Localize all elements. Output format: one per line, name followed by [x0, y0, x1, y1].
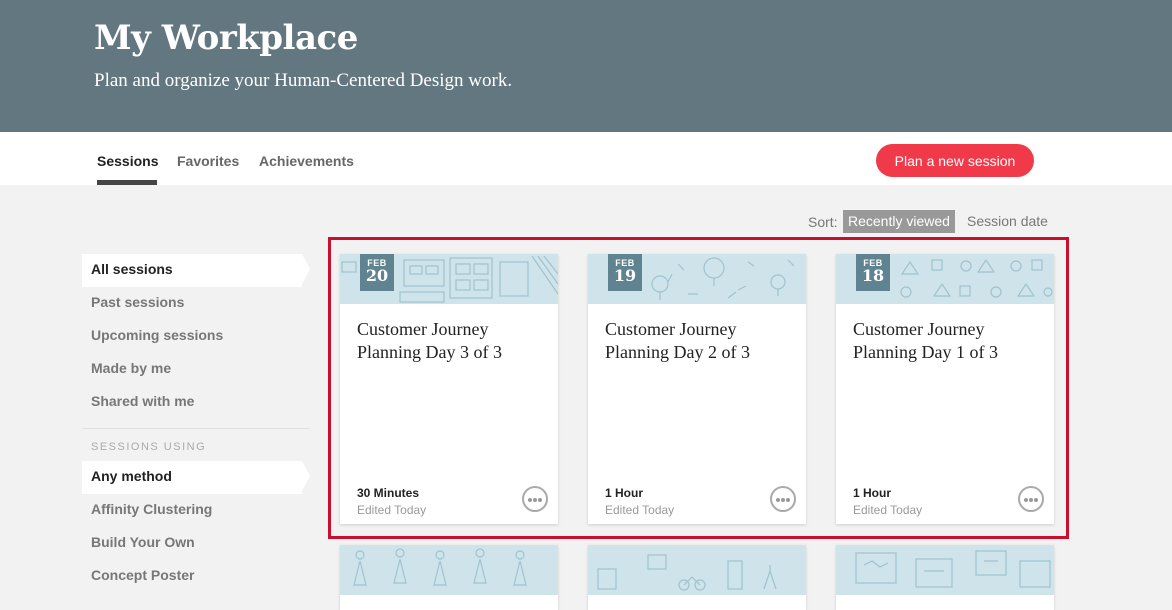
tab-sessions[interactable]: Sessions	[97, 153, 158, 169]
page-title: My Workplace	[94, 18, 358, 58]
sidebar-divider	[82, 428, 310, 429]
card-duration: 30 Minutes	[357, 486, 420, 500]
plan-new-session-button[interactable]: Plan a new session	[876, 144, 1034, 177]
session-card[interactable]: FEB 18 Customer Journey Planning Day 1 o…	[836, 254, 1054, 524]
card-title: Customer Journey Planning Day 1 of 3	[853, 319, 998, 362]
tab-bar: Sessions Favorites Achievements Plan a n…	[0, 132, 1172, 185]
sidebar: All sessions Past sessions Upcoming sess…	[82, 254, 312, 593]
card-edited: Edited Today	[357, 503, 427, 517]
card-banner: FEB 18	[836, 254, 1054, 304]
active-tab-underline	[97, 180, 157, 185]
card-title: Customer Journey Planning Day 2 of 3	[605, 319, 750, 362]
more-options-icon[interactable]	[1018, 486, 1044, 512]
sidebar-item-upcoming-sessions[interactable]: Upcoming sessions	[82, 320, 312, 353]
card-edited: Edited Today	[605, 503, 675, 517]
session-card-partial[interactable]	[836, 545, 1054, 610]
sort-bar: Sort: Recently viewed Session date	[0, 210, 1172, 234]
session-card-partial[interactable]	[340, 545, 558, 610]
sidebar-method-affinity-clustering[interactable]: Affinity Clustering	[82, 494, 312, 527]
card-banner	[836, 545, 1054, 595]
sidebar-item-made-by-me[interactable]: Made by me	[82, 353, 312, 386]
date-day: 19	[613, 266, 637, 285]
card-banner	[340, 545, 558, 595]
card-banner: FEB 19	[588, 254, 806, 304]
city-pattern-icon	[597, 554, 777, 591]
date-badge: FEB 19	[608, 254, 642, 291]
sidebar-method-build-your-own[interactable]: Build Your Own	[82, 527, 312, 560]
session-card-partial[interactable]	[588, 545, 806, 610]
sidebar-item-all-sessions[interactable]: All sessions	[82, 254, 310, 287]
date-badge: FEB 18	[856, 254, 890, 291]
date-day: 18	[861, 266, 885, 285]
sort-label: Sort:	[808, 214, 838, 230]
more-options-icon[interactable]	[522, 486, 548, 512]
card-banner	[588, 545, 806, 595]
date-day: 20	[365, 266, 389, 285]
people-pattern-icon	[353, 548, 527, 586]
sidebar-method-concept-poster[interactable]: Concept Poster	[82, 560, 312, 593]
more-options-icon[interactable]	[770, 486, 796, 512]
card-duration: 1 Hour	[853, 486, 892, 500]
sidebar-item-past-sessions[interactable]: Past sessions	[82, 287, 312, 320]
hero-header: My Workplace Plan and organize your Huma…	[0, 0, 1172, 132]
tab-favorites[interactable]: Favorites	[177, 153, 239, 169]
session-card[interactable]: FEB 20 Customer Journey Planning Day 3 o…	[340, 254, 558, 524]
card-title: Customer Journey Planning Day 3 of 3	[357, 319, 502, 362]
sort-session-date[interactable]: Session date	[962, 210, 1053, 233]
sessions-using-heading: SESSIONS USING	[91, 441, 207, 453]
sidebar-method-any[interactable]: Any method	[82, 461, 310, 494]
tab-achievements[interactable]: Achievements	[259, 153, 354, 169]
session-card[interactable]: FEB 19 Customer Journey Planning Day 2 o…	[588, 254, 806, 524]
sticky-notes-pattern-icon	[855, 550, 1051, 588]
card-duration: 1 Hour	[605, 486, 644, 500]
sidebar-item-shared-with-me[interactable]: Shared with me	[82, 386, 312, 419]
date-badge: FEB 20	[360, 254, 394, 291]
page-subtitle: Plan and organize your Human-Centered De…	[94, 70, 513, 91]
sort-recently-viewed[interactable]: Recently viewed	[843, 210, 955, 233]
card-edited: Edited Today	[853, 503, 923, 517]
card-banner: FEB 20	[340, 254, 558, 304]
